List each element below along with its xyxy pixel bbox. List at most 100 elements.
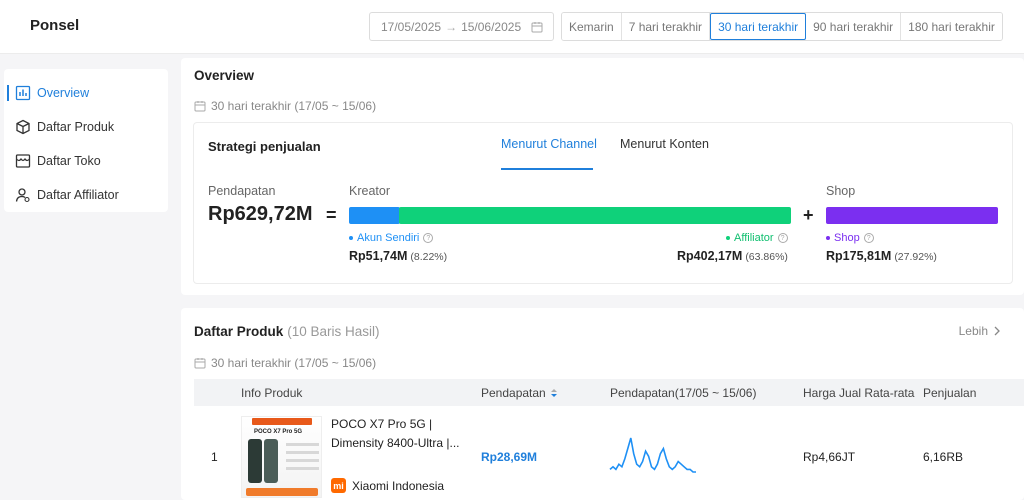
arrow-right-icon: → xyxy=(445,19,458,34)
product-name[interactable]: POCO X7 Pro 5G | Dimensity 8400-Ultra |.… xyxy=(331,415,466,453)
legend-label: Akun Sendiri xyxy=(357,232,420,244)
product-list-card: Daftar Produk (10 Baris Hasil) Lebih 30 h… xyxy=(181,308,1024,500)
sidebar-item-daftar-toko[interactable]: Daftar Toko xyxy=(4,144,168,178)
sparkline-line xyxy=(609,437,696,473)
col-penjualan: Penjualan xyxy=(923,386,977,400)
product-list-title: Daftar Produk (10 Baris Hasil) xyxy=(194,324,380,339)
sidebar-item-daftar-produk[interactable]: Daftar Produk xyxy=(4,110,168,144)
tab-menurut-channel[interactable]: Menurut Channel xyxy=(501,137,597,151)
product-date: 30 hari terakhir (17/05 ~ 15/06) xyxy=(194,356,376,370)
period-7-days[interactable]: 7 hari terakhir xyxy=(621,13,711,40)
store-icon xyxy=(14,152,32,170)
plus-sign: + xyxy=(803,205,814,225)
amount-pct: (63.86%) xyxy=(745,251,788,263)
table-header: Info Produk Pendapatan Pendapatan(17/05 … xyxy=(194,379,1024,406)
sidebar: Overview Daftar Produk Daftar Toko Dafta… xyxy=(4,69,168,212)
period-selector: Kemarin 7 hari terakhir 30 hari terakhir… xyxy=(561,12,1003,41)
col-harga-jual: Harga Jual Rata-rata xyxy=(803,386,915,400)
bar-shop xyxy=(826,207,998,224)
sidebar-item-overview[interactable]: Overview xyxy=(4,76,168,110)
result-count: (10 Baris Hasil) xyxy=(287,324,380,339)
legend-akun-sendiri: Akun Sendiri ? xyxy=(349,232,434,244)
date-start: 17/05/2025 xyxy=(381,19,442,34)
date-end: 15/06/2025 xyxy=(461,19,522,34)
col-pendapatan-label: Pendapatan xyxy=(481,386,546,400)
col-pendapatan[interactable]: Pendapatan xyxy=(481,386,558,400)
overview-title: Overview xyxy=(194,68,255,83)
box-icon xyxy=(14,118,32,136)
product-name-line: POCO X7 Pro 5G | xyxy=(331,417,433,431)
equals-sign: = xyxy=(326,205,337,225)
active-tab-indicator xyxy=(501,168,593,170)
help-icon[interactable]: ? xyxy=(423,233,434,243)
calendar-icon xyxy=(194,358,206,369)
thumb-banner xyxy=(252,418,312,425)
legend-dot xyxy=(349,236,353,240)
product-date-text: 30 hari terakhir (17/05 ~ 15/06) xyxy=(211,356,377,370)
sales-strategy-panel: Strategi penjualan Menurut Channel Menur… xyxy=(193,122,1013,284)
period-30-days[interactable]: 30 hari terakhir xyxy=(710,13,807,40)
amount-akun-sendiri: Rp51,74M (8.22%) xyxy=(349,249,447,263)
chart-icon xyxy=(14,84,32,102)
overview-date-text: 30 hari terakhir (17/05 ~ 15/06) xyxy=(211,99,377,113)
sidebar-item-label: Daftar Produk xyxy=(37,120,115,134)
page-title: Ponsel xyxy=(30,17,80,34)
amount-pct: (8.22%) xyxy=(410,251,448,263)
period-yesterday[interactable]: Kemarin xyxy=(562,13,622,40)
thumb-phone xyxy=(264,439,278,483)
thumb-phone xyxy=(248,439,262,483)
row-rank: 1 xyxy=(211,450,218,464)
sidebar-item-label: Overview xyxy=(37,86,90,100)
date-range-picker[interactable]: 17/05/2025 → 15/06/2025 xyxy=(369,12,554,41)
top-bar: Ponsel 17/05/2025 → 15/06/2025 Kemarin 7… xyxy=(0,0,1024,54)
col-pendapatan-period: Pendapatan(17/05 ~ 15/06) xyxy=(610,386,757,400)
creator-label: Kreator xyxy=(349,184,390,198)
amount-value: Rp175,81M xyxy=(826,249,892,263)
user-icon xyxy=(14,186,32,204)
row-sales: 6,16RB xyxy=(923,450,964,464)
revenue-trend-sparkline xyxy=(609,437,696,473)
shop-name-text: Xiaomi Indonesia xyxy=(352,478,445,493)
help-icon[interactable]: ? xyxy=(863,233,874,243)
bar-akun-sendiri xyxy=(349,207,400,224)
help-icon[interactable]: ? xyxy=(777,233,788,243)
col-info-produk: Info Produk xyxy=(241,386,303,400)
xiaomi-logo-icon: mi xyxy=(331,478,346,493)
legend-label: Affiliator xyxy=(734,232,774,244)
thumb-spec xyxy=(286,467,319,470)
overview-date: 30 hari terakhir (17/05 ~ 15/06) xyxy=(194,99,376,113)
more-label: Lebih xyxy=(958,324,988,338)
row-revenue: Rp28,69M xyxy=(481,450,538,464)
amount-affiliator: Rp402,17M (63.86%) xyxy=(677,249,788,263)
chevron-right-icon xyxy=(994,326,1000,336)
legend-shop: Shop ? xyxy=(826,232,874,244)
sort-icon[interactable] xyxy=(550,388,558,398)
table-row[interactable]: 1 POCO X7 Pro 5G POCO X7 Pro 5G | Dimens… xyxy=(194,406,1024,500)
more-link[interactable]: Lebih xyxy=(959,324,1003,338)
sidebar-item-label: Daftar Toko xyxy=(37,154,101,168)
sidebar-item-label: Daftar Affiliator xyxy=(37,188,119,202)
amount-value: Rp402,17M xyxy=(677,249,743,263)
period-180-days[interactable]: 180 hari terakhir xyxy=(901,13,1002,40)
product-thumbnail[interactable]: POCO X7 Pro 5G xyxy=(241,416,322,498)
thumb-spec xyxy=(286,459,319,462)
revenue-label: Pendapatan xyxy=(208,184,276,198)
legend-dot xyxy=(826,236,830,240)
product-list-title-text: Daftar Produk xyxy=(194,324,284,339)
period-90-days[interactable]: 90 hari terakhir xyxy=(806,13,902,40)
thumb-spec xyxy=(286,443,319,446)
calendar-icon xyxy=(194,101,206,112)
amount-pct: (27.92%) xyxy=(894,251,937,263)
thumb-brand: POCO X7 Pro 5G xyxy=(254,429,303,435)
amount-shop: Rp175,81M (27.92%) xyxy=(826,249,937,263)
sidebar-item-daftar-affiliator[interactable]: Daftar Affiliator xyxy=(4,178,168,212)
strategy-title: Strategi penjualan xyxy=(208,139,321,154)
tab-menurut-konten[interactable]: Menurut Konten xyxy=(620,137,709,151)
legend-dot xyxy=(726,236,730,240)
calendar-icon xyxy=(531,22,543,33)
shop-link[interactable]: mi Xiaomi Indonesia xyxy=(331,478,444,493)
revenue-total: Rp629,72M xyxy=(208,203,313,225)
shop-label: Shop xyxy=(826,184,856,198)
legend-label: Shop xyxy=(834,232,860,244)
bar-affiliator xyxy=(399,207,791,224)
